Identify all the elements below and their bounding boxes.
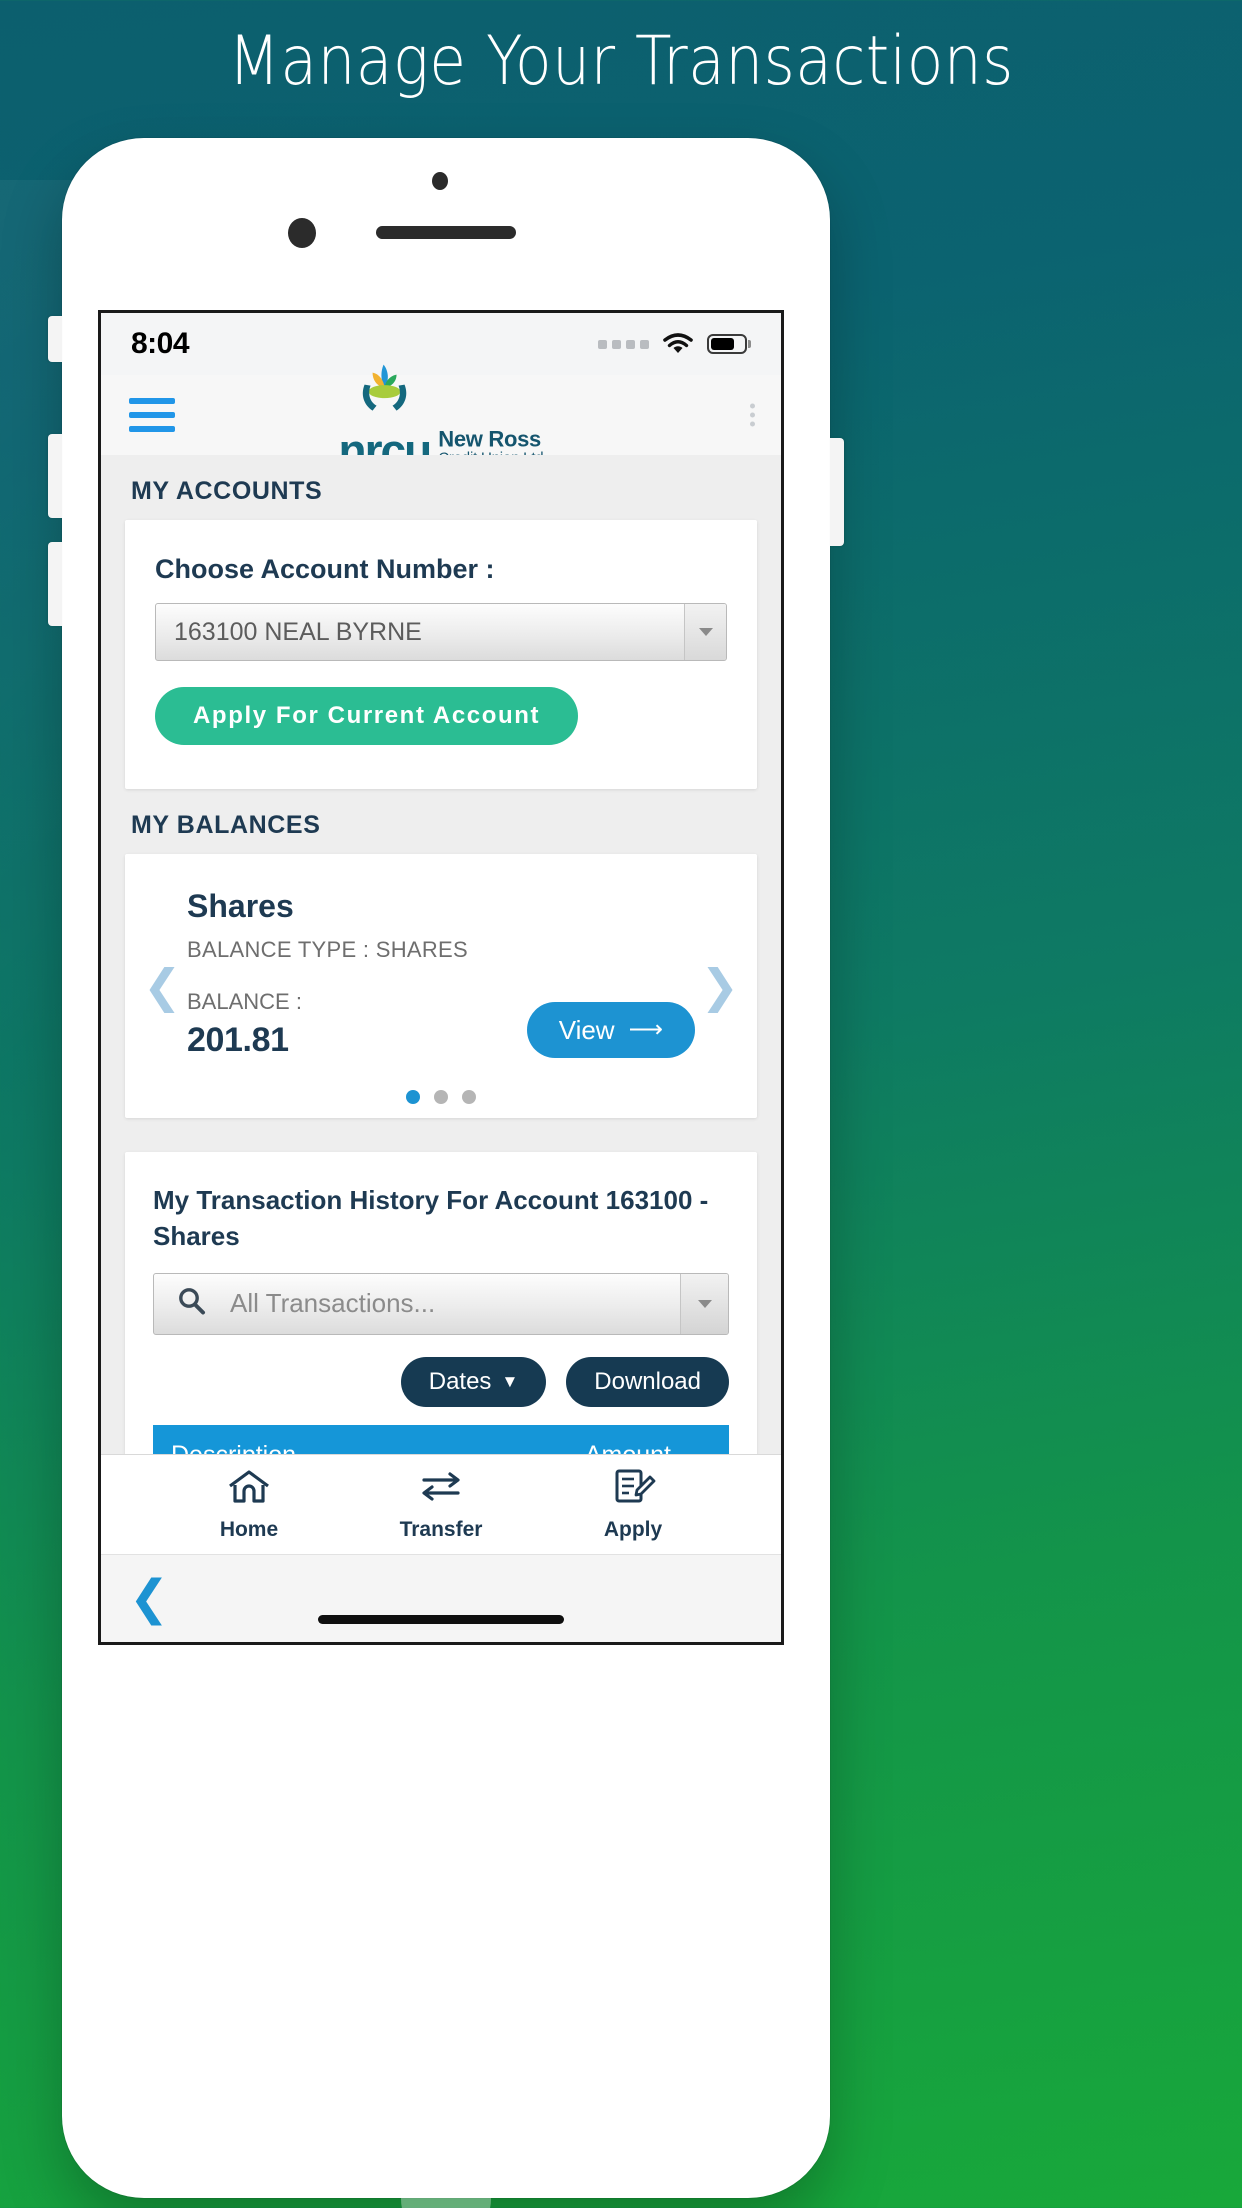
dates-button-label: Dates — [428, 1367, 492, 1395]
choose-account-label: Choose Account Number : — [155, 554, 495, 584]
hamburger-menu-icon[interactable] — [129, 398, 175, 432]
phone-volume-down-button — [48, 542, 62, 626]
home-icon — [226, 1467, 272, 1512]
brand-line-1: New Ross — [438, 426, 541, 452]
phone-volume-up-button — [48, 434, 62, 518]
carousel-dots[interactable] — [125, 1090, 757, 1118]
phone-sensor — [432, 172, 448, 190]
transactions-table: Description Amount 01/08/2015 Closing Ba… — [153, 1424, 729, 1454]
signal-dots-icon — [598, 339, 649, 349]
brand-logo: nrcu New Ross Credit Union Ltd — [339, 361, 544, 473]
phone-power-button — [830, 438, 844, 546]
search-dropdown-chevron-down-icon[interactable] — [680, 1273, 728, 1334]
phone-camera — [288, 218, 316, 248]
view-button-label: View — [558, 1014, 615, 1045]
apply-document-pen-icon — [610, 1467, 656, 1512]
column-header-description: Description — [153, 1424, 345, 1454]
status-icons — [598, 333, 747, 355]
nav-label-transfer: Transfer — [399, 1518, 483, 1541]
app-content: MY ACCOUNTS Choose Account Number : 1631… — [101, 455, 781, 1454]
phone-mockup: 8:04 nrcu New Ross MY ACCOUNTS Choose Ac… — [48, 138, 844, 2208]
wifi-icon — [663, 333, 693, 355]
nav-label-apply: Apply — [603, 1518, 663, 1541]
balance-label: BALANCE : — [187, 989, 302, 1014]
chevron-down-icon — [684, 604, 726, 660]
account-select[interactable]: 163100 NEAL BYRNE — [155, 603, 727, 661]
ios-footer: ❮ — [101, 1554, 781, 1642]
download-button[interactable]: Download — [566, 1356, 729, 1407]
more-options-icon[interactable] — [750, 403, 755, 427]
search-icon — [176, 1286, 206, 1321]
transaction-history-card: My Transaction History For Account 16310… — [125, 1152, 757, 1454]
view-balance-button[interactable]: View ⟶ — [526, 1002, 695, 1058]
arrow-right-icon: ⟶ — [628, 1016, 663, 1043]
app-header: nrcu New Ross Credit Union Ltd — [101, 364, 781, 473]
carousel-dot-1[interactable] — [406, 1090, 420, 1104]
section-label-accounts: MY ACCOUNTS — [131, 477, 323, 505]
balance-title: Shares — [187, 888, 294, 924]
nav-item-home[interactable]: Home — [189, 1467, 309, 1542]
phone-speaker — [376, 226, 516, 239]
section-label-balances: MY BALANCES — [131, 811, 321, 839]
accounts-card: Choose Account Number : 163100 NEAL BYRN… — [125, 520, 757, 789]
phone-home-button — [401, 2154, 491, 2208]
transaction-search[interactable]: All Transactions... — [153, 1272, 729, 1335]
account-select-value: 163100 NEAL BYRNE — [174, 617, 422, 646]
app-screen: 8:04 nrcu New Ross MY ACCOUNTS Choose Ac… — [98, 310, 784, 1645]
home-indicator-bar[interactable] — [318, 1615, 564, 1624]
column-header-amount: Amount — [345, 1424, 729, 1454]
balances-carousel: ❮ ❯ Shares BALANCE TYPE : SHARES BALANCE… — [125, 854, 757, 1118]
dates-filter-button[interactable]: Dates ▼ — [400, 1356, 547, 1407]
back-chevron-icon[interactable]: ❮ — [101, 1574, 169, 1623]
transaction-filters: Dates ▼ Download — [153, 1356, 729, 1407]
bottom-navigation: Home Transfer Apply — [101, 1454, 781, 1554]
table-header-row: Description Amount — [153, 1424, 729, 1454]
carousel-dot-2[interactable] — [434, 1090, 448, 1104]
battery-icon — [707, 334, 747, 354]
transaction-history-title: My Transaction History For Account 16310… — [153, 1185, 709, 1252]
phone-mute-switch — [48, 316, 62, 362]
balance-amount: 201.81 — [187, 1021, 289, 1059]
carousel-dot-3[interactable] — [462, 1090, 476, 1104]
transfer-arrows-icon — [418, 1467, 464, 1512]
status-time: 8:04 — [131, 327, 190, 360]
nrcu-hands-leaves-logo-icon — [342, 361, 426, 433]
apply-current-account-button[interactable]: Apply For Current Account — [155, 687, 579, 745]
page-title: Manage Your Transactions — [228, 22, 1014, 101]
nav-label-home: Home — [219, 1518, 279, 1541]
nav-item-transfer[interactable]: Transfer — [381, 1467, 501, 1542]
chevron-down-icon: ▼ — [501, 1371, 519, 1391]
balance-card: Shares BALANCE TYPE : SHARES BALANCE : 2… — [125, 854, 757, 1090]
nav-item-apply[interactable]: Apply — [573, 1467, 693, 1542]
balance-type: BALANCE TYPE : SHARES — [187, 937, 468, 962]
search-placeholder: All Transactions... — [230, 1288, 436, 1319]
